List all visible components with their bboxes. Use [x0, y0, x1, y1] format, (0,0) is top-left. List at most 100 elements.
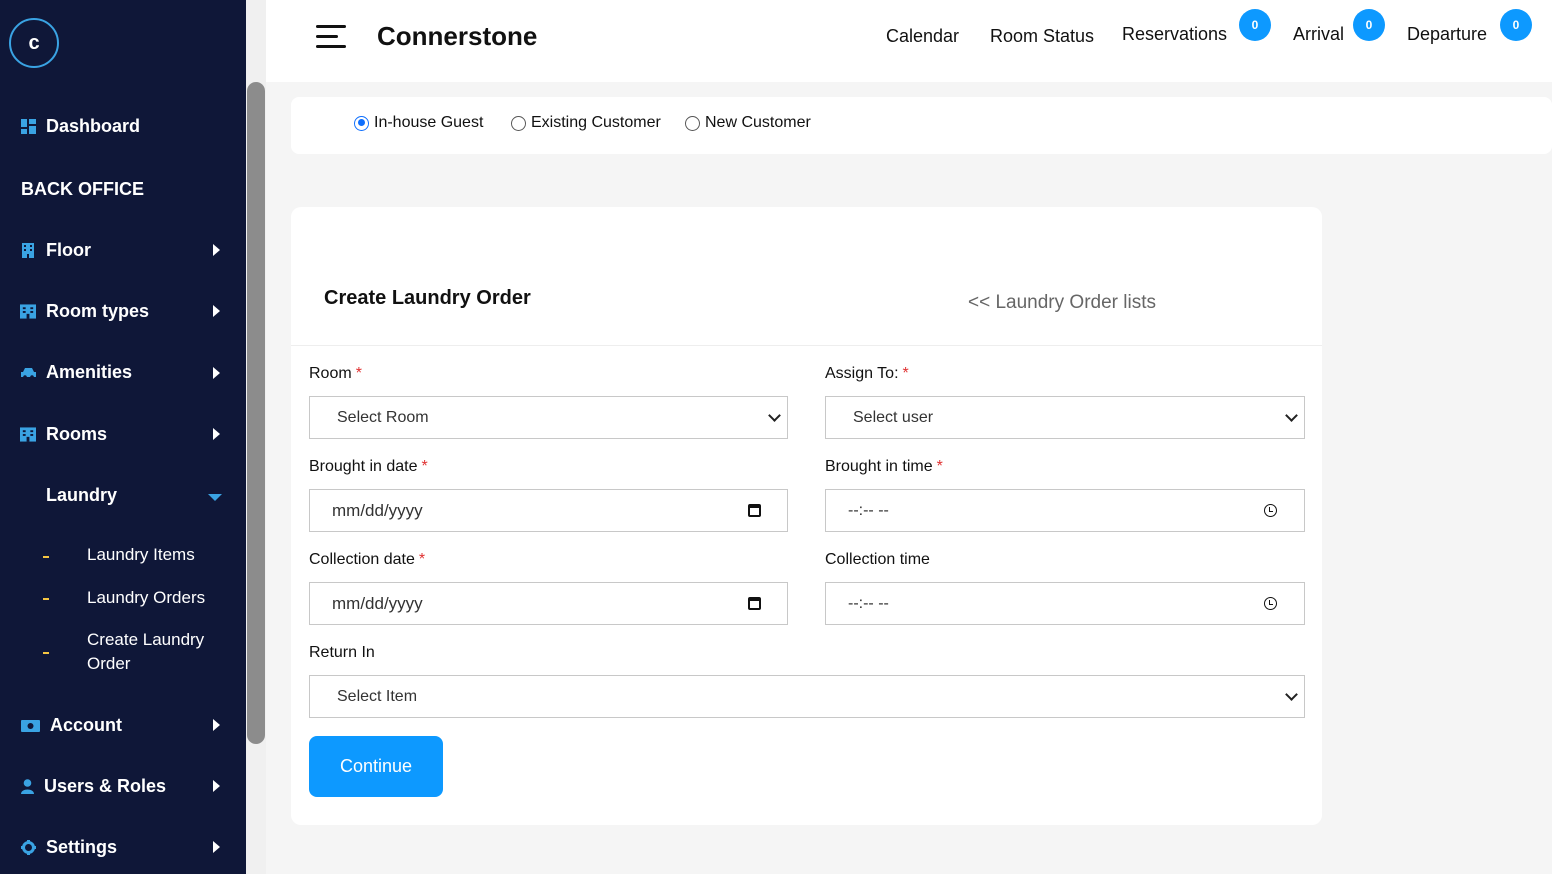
menu-icon[interactable]: [316, 25, 346, 49]
sidebar-item-label: Account: [50, 715, 122, 735]
grid-icon: [20, 119, 36, 135]
required-mark: *: [355, 365, 362, 382]
sidebar-item-label: Amenities: [46, 362, 133, 382]
select-value: Select Item: [337, 687, 418, 705]
assign-to-label: Assign To: *: [825, 365, 909, 383]
sidebar-item-account[interactable]: Account: [20, 715, 122, 736]
sidebar-item-rooms[interactable]: Rooms: [20, 424, 107, 445]
chevron-down-icon: [1285, 409, 1298, 422]
room-select[interactable]: Select Room: [309, 396, 788, 439]
sidebar-item-users-roles[interactable]: Users & Roles: [20, 776, 166, 797]
chevron-right-icon: [213, 244, 220, 256]
sidebar-subitem-laundry-items[interactable]: Laundry Items: [87, 543, 195, 567]
sidebar-item-floor[interactable]: Floor: [20, 240, 91, 261]
return-in-label: Return In: [309, 644, 375, 661]
sidebar-item-label: Floor: [46, 240, 91, 260]
label-text: Brought in time: [825, 458, 933, 475]
nav-room-status[interactable]: Room Status: [990, 26, 1094, 47]
bullet-dash: [43, 598, 49, 600]
collection-time-input[interactable]: --:-- --: [825, 582, 1305, 625]
sidebar-item-laundry[interactable]: Laundry: [46, 485, 117, 506]
gear-icon: [20, 840, 36, 856]
logo[interactable]: c: [9, 18, 59, 68]
nav-arrival[interactable]: Arrival: [1293, 24, 1344, 45]
sidebar-item-label: Rooms: [46, 424, 108, 444]
date-placeholder: mm/dd/yyyy: [332, 500, 423, 520]
radio-new-customer[interactable]: New Customer: [685, 114, 811, 132]
brought-in-date-input[interactable]: mm/dd/yyyy: [309, 489, 788, 532]
sidebar-section-back-office: BACK OFFICE: [21, 179, 144, 200]
sidebar-subitem-create-laundry-order[interactable]: Create Laundry Order: [87, 628, 217, 676]
required-mark: *: [421, 458, 428, 475]
calendar-icon[interactable]: [748, 597, 761, 610]
time-placeholder: --:-- --: [848, 594, 889, 612]
hotel-icon: [20, 427, 36, 443]
bullet-dash: [43, 556, 49, 558]
chevron-right-icon: [213, 841, 220, 853]
label-text: Collection date: [309, 551, 415, 568]
money-icon: [20, 718, 40, 734]
radio-label: In-house Guest: [374, 114, 484, 131]
sidebar-scrollbar-thumb[interactable]: [247, 82, 265, 744]
radio-label: New Customer: [705, 114, 811, 131]
time-placeholder: --:-- --: [848, 501, 889, 519]
date-placeholder: mm/dd/yyyy: [332, 593, 423, 613]
required-mark: *: [418, 551, 426, 568]
collection-date-label: Collection date *: [309, 551, 425, 569]
bullet-dash: [43, 652, 49, 654]
return-in-select[interactable]: Select Item: [309, 675, 1305, 718]
sidebar-item-room-types[interactable]: Room types: [20, 301, 149, 322]
radio-in-house-guest[interactable]: In-house Guest: [354, 114, 483, 132]
chevron-down-icon: [1285, 688, 1298, 701]
radio-existing-customer[interactable]: Existing Customer: [511, 114, 661, 132]
nav-reservations[interactable]: Reservations: [1122, 24, 1227, 45]
sidebar: c Dashboard BACK OFFICE Floor Room types…: [0, 0, 266, 874]
sidebar-item-label: Settings: [46, 837, 118, 857]
chevron-right-icon: [213, 367, 220, 379]
label-text: Collection time: [825, 551, 930, 568]
required-mark: *: [902, 365, 909, 382]
chevron-down-icon: [208, 494, 222, 501]
collection-time-label: Collection time: [825, 551, 930, 569]
form-title: Create Laundry Order: [324, 287, 531, 309]
sidebar-item-label: Room types: [46, 301, 150, 321]
clock-icon[interactable]: [1264, 504, 1277, 517]
clock-icon[interactable]: [1264, 597, 1277, 610]
continue-button[interactable]: Continue: [309, 736, 443, 797]
chevron-down-icon: [768, 409, 781, 422]
departure-count-badge: 0: [1500, 9, 1532, 41]
customer-type-selector: In-house Guest Existing Customer New Cus…: [291, 97, 1552, 154]
chevron-right-icon: [213, 305, 220, 317]
arrival-count-badge: 0: [1353, 9, 1385, 41]
radio-button[interactable]: [685, 115, 700, 131]
brought-in-time-input[interactable]: --:-- --: [825, 489, 1305, 532]
section-heading: BACK OFFICE: [21, 179, 144, 199]
sidebar-item-settings[interactable]: Settings: [20, 837, 117, 858]
select-value: Select user: [853, 408, 934, 426]
collection-date-input[interactable]: mm/dd/yyyy: [309, 582, 788, 625]
required-mark: *: [936, 458, 943, 475]
laundry-order-form-card: Create Laundry Order << Laundry Order li…: [291, 207, 1322, 825]
top-header: Connerstone Calendar Room Status Reserva…: [266, 0, 1552, 82]
radio-button[interactable]: [511, 115, 526, 131]
select-value: Select Room: [337, 408, 429, 426]
sidebar-item-amenities[interactable]: Amenities: [20, 362, 132, 383]
user-icon: [20, 779, 34, 795]
sidebar-item-label: Laundry: [46, 485, 118, 505]
nav-departure[interactable]: Departure: [1407, 24, 1487, 45]
label-text: Brought in date: [309, 458, 418, 475]
sidebar-item-label: Dashboard: [46, 116, 141, 136]
sidebar-item-dashboard[interactable]: Dashboard: [20, 116, 140, 137]
brought-in-time-label: Brought in time *: [825, 458, 943, 476]
assign-user-select[interactable]: Select user: [825, 396, 1305, 439]
radio-button-checked[interactable]: [354, 115, 369, 131]
sidebar-subitem-laundry-orders[interactable]: Laundry Orders: [87, 586, 205, 610]
chevron-right-icon: [213, 719, 220, 731]
brought-in-date-label: Brought in date *: [309, 458, 428, 476]
nav-calendar[interactable]: Calendar: [886, 26, 959, 47]
calendar-icon[interactable]: [748, 504, 761, 517]
label-text: Assign To:: [825, 365, 899, 382]
laundry-order-lists-link[interactable]: << Laundry Order lists: [968, 292, 1156, 314]
brand-title: Connerstone: [377, 21, 538, 51]
hotel-icon: [20, 304, 36, 320]
